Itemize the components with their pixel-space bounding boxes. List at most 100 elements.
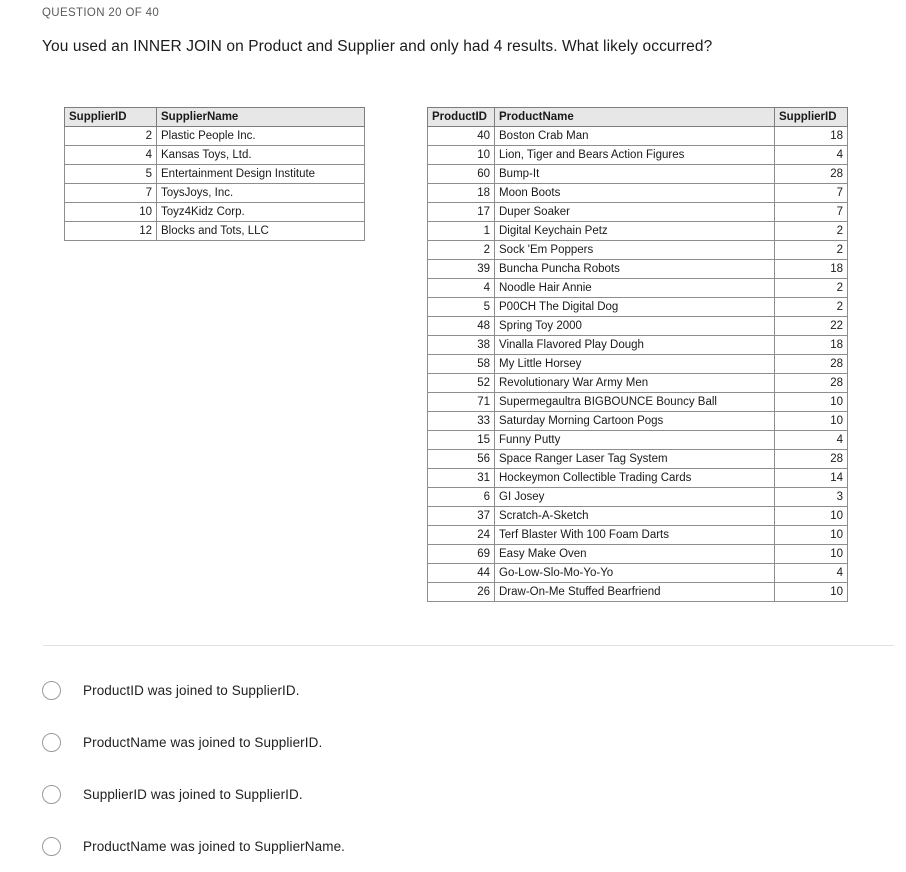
product-id-cell: 6 — [427, 487, 495, 507]
product-id-cell: 37 — [427, 506, 495, 526]
product-name-cell: Vinalla Flavored Play Dough — [494, 335, 775, 355]
supplier-name-cell: Blocks and Tots, LLC — [156, 221, 365, 241]
product-supplier-id-cell: 10 — [774, 392, 848, 412]
product-supplier-id-cell: 2 — [774, 221, 848, 241]
product-name-cell: GI Josey — [494, 487, 775, 507]
product-name-cell: Duper Soaker — [494, 202, 775, 222]
product-id-cell: 39 — [427, 259, 495, 279]
product-id-cell: 56 — [427, 449, 495, 469]
product-supplier-id-cell: 10 — [774, 582, 848, 602]
table-row: 10 Toyz4Kidz Corp. — [64, 202, 365, 222]
section-divider — [43, 645, 894, 646]
product-table: ProductID ProductName SupplierID 40 Bosto… — [427, 107, 848, 602]
table-row: 24 Terf Blaster With 100 Foam Darts 10 — [427, 525, 848, 545]
product-id-cell: 26 — [427, 582, 495, 602]
product-table-body: 40 Boston Crab Man 18 10 Lion, Tiger and Bea… — [427, 126, 848, 602]
product-id-cell: 69 — [427, 544, 495, 564]
product-name-cell: Go-Low-Slo-Mo-Yo-Yo — [494, 563, 775, 583]
product-id-cell: 38 — [427, 335, 495, 355]
radio-button-icon[interactable] — [42, 836, 61, 856]
product-name-cell: Digital Keychain Petz — [494, 221, 775, 241]
answer-option-1[interactable]: ProductID was joined to SupplierID. — [42, 664, 862, 716]
product-name-cell: Sock 'Em Poppers — [494, 240, 775, 260]
product-col-productname: ProductName — [494, 107, 775, 127]
table-row: 56 Space Ranger Laser Tag System 28 — [427, 449, 848, 469]
supplier-name-cell: Entertainment Design Institute — [156, 164, 365, 184]
product-id-cell: 4 — [427, 278, 495, 298]
product-id-cell: 71 — [427, 392, 495, 412]
supplier-col-suppliername: SupplierName — [156, 107, 365, 127]
table-row: 38 Vinalla Flavored Play Dough 18 — [427, 335, 848, 355]
product-name-cell: Moon Boots — [494, 183, 775, 203]
product-name-cell: Hockeymon Collectible Trading Cards — [494, 468, 775, 488]
supplier-col-supplierid: SupplierID — [64, 107, 157, 127]
product-id-cell: 31 — [427, 468, 495, 488]
radio-button-icon[interactable] — [42, 680, 61, 700]
product-supplier-id-cell: 2 — [774, 240, 848, 260]
product-supplier-id-cell: 18 — [774, 126, 848, 146]
product-id-cell: 18 — [427, 183, 495, 203]
product-name-cell: Boston Crab Man — [494, 126, 775, 146]
table-row: 33 Saturday Morning Cartoon Pogs 10 — [427, 411, 848, 431]
table-row: 5 P00CH The Digital Dog 2 — [427, 297, 848, 317]
answer-options-list: ProductID was joined to SupplierID. Produ… — [42, 664, 862, 872]
table-row: 37 Scratch-A-Sketch 10 — [427, 506, 848, 526]
answer-option-label: ProductName was joined to SupplierID. — [83, 734, 323, 750]
answer-option-4[interactable]: ProductName was joined to SupplierName. — [42, 820, 862, 872]
supplier-header-row: SupplierID SupplierName — [64, 107, 365, 127]
answer-option-label: ProductName was joined to SupplierName. — [83, 838, 346, 854]
table-row: 69 Easy Make Oven 10 — [427, 544, 848, 564]
product-name-cell: Lion, Tiger and Bears Action Figures — [494, 145, 775, 165]
table-row: 12 Blocks and Tots, LLC — [64, 221, 365, 241]
product-supplier-id-cell: 18 — [774, 259, 848, 279]
product-supplier-id-cell: 14 — [774, 468, 848, 488]
product-name-cell: P00CH The Digital Dog — [494, 297, 775, 317]
table-row: 60 Bump-It 28 — [427, 164, 848, 184]
supplier-table: SupplierID SupplierName 2 Plastic People … — [64, 107, 365, 241]
product-supplier-id-cell: 22 — [774, 316, 848, 336]
supplier-id-cell: 2 — [64, 126, 157, 146]
answer-option-label: ProductID was joined to SupplierID. — [83, 682, 300, 698]
table-row: 2 Sock 'Em Poppers 2 — [427, 240, 848, 260]
product-supplier-id-cell: 10 — [774, 525, 848, 545]
product-supplier-id-cell: 28 — [774, 449, 848, 469]
product-supplier-id-cell: 4 — [774, 563, 848, 583]
supplier-id-cell: 7 — [64, 183, 157, 203]
radio-button-icon[interactable] — [42, 784, 61, 804]
product-name-cell: Spring Toy 2000 — [494, 316, 775, 336]
table-row: 7 ToysJoys, Inc. — [64, 183, 365, 203]
question-text: You used an INNER JOIN on Product and Su… — [42, 38, 713, 55]
supplier-name-cell: Kansas Toys, Ltd. — [156, 145, 365, 165]
table-row: 39 Buncha Puncha Robots 18 — [427, 259, 848, 279]
product-supplier-id-cell: 18 — [774, 335, 848, 355]
product-id-cell: 44 — [427, 563, 495, 583]
table-row: 26 Draw-On-Me Stuffed Bearfriend 10 — [427, 582, 848, 602]
table-row: 5 Entertainment Design Institute — [64, 164, 365, 184]
answer-option-3[interactable]: SupplierID was joined to SupplierID. — [42, 768, 862, 820]
product-supplier-id-cell: 7 — [774, 183, 848, 203]
supplier-id-cell: 10 — [64, 202, 157, 222]
product-name-cell: Space Ranger Laser Tag System — [494, 449, 775, 469]
product-name-cell: Funny Putty — [494, 430, 775, 450]
product-name-cell: Terf Blaster With 100 Foam Darts — [494, 525, 775, 545]
product-supplier-id-cell: 28 — [774, 373, 848, 393]
radio-button-icon[interactable] — [42, 732, 61, 752]
table-row: 2 Plastic People Inc. — [64, 126, 365, 146]
supplier-name-cell: ToysJoys, Inc. — [156, 183, 365, 203]
product-supplier-id-cell: 2 — [774, 297, 848, 317]
supplier-name-cell: Toyz4Kidz Corp. — [156, 202, 365, 222]
product-id-cell: 52 — [427, 373, 495, 393]
table-row: 71 Supermegaultra BIGBOUNCE Bouncy Ball 10 — [427, 392, 848, 412]
product-supplier-id-cell: 2 — [774, 278, 848, 298]
supplier-id-cell: 5 — [64, 164, 157, 184]
product-name-cell: My Little Horsey — [494, 354, 775, 374]
answer-option-label: SupplierID was joined to SupplierID. — [83, 786, 303, 802]
product-id-cell: 24 — [427, 525, 495, 545]
product-id-cell: 60 — [427, 164, 495, 184]
product-name-cell: Noodle Hair Annie — [494, 278, 775, 298]
product-id-cell: 58 — [427, 354, 495, 374]
answer-option-2[interactable]: ProductName was joined to SupplierID. — [42, 716, 862, 768]
table-row: 48 Spring Toy 2000 22 — [427, 316, 848, 336]
product-id-cell: 40 — [427, 126, 495, 146]
product-id-cell: 15 — [427, 430, 495, 450]
